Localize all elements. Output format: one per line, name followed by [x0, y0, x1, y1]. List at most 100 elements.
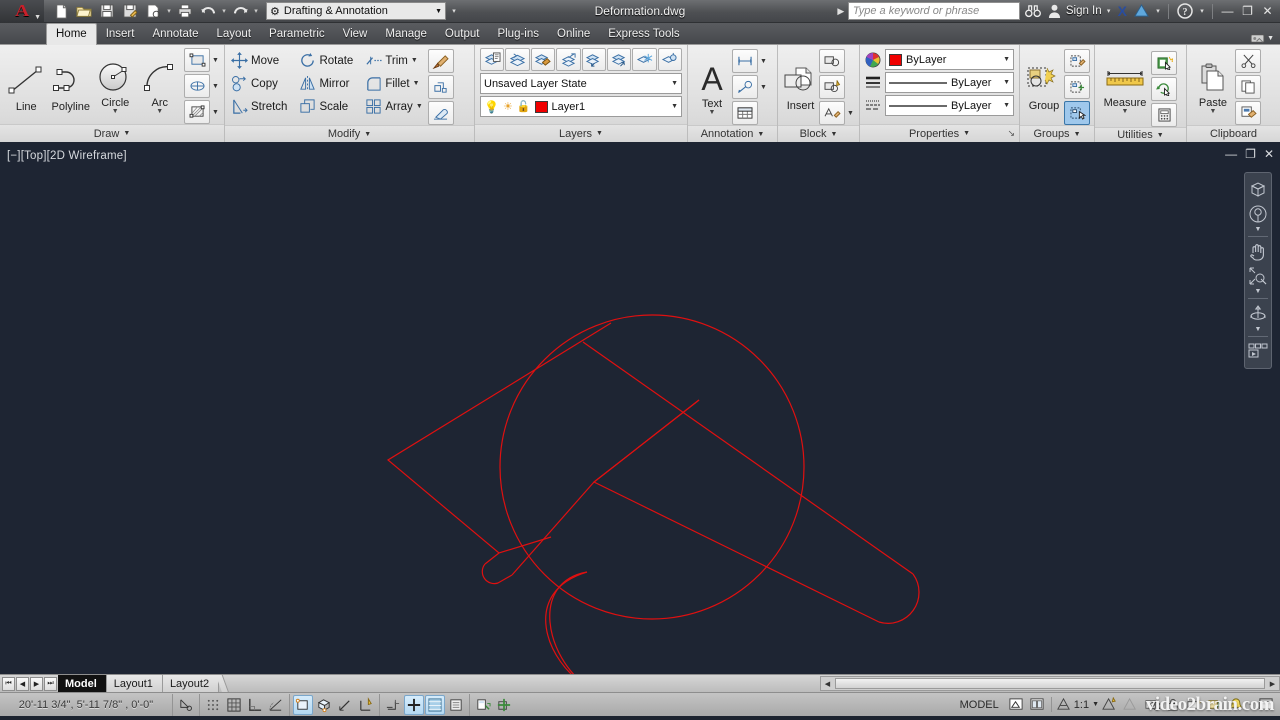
- scroll-left-icon[interactable]: ◀: [821, 680, 834, 688]
- help-icon[interactable]: ?: [1175, 3, 1195, 19]
- scale-button[interactable]: Scale: [297, 95, 355, 118]
- layer-previous-button[interactable]: [556, 48, 581, 71]
- leader-button[interactable]: [732, 75, 758, 99]
- layer-match-button[interactable]: [530, 48, 556, 71]
- sign-in-chevron-icon[interactable]: ▾: [1105, 7, 1113, 15]
- pan-hand-icon[interactable]: [1246, 240, 1270, 264]
- hatch-button[interactable]: [184, 100, 210, 124]
- sun-icon[interactable]: ☀: [503, 100, 513, 113]
- layout-tab-layout1[interactable]: Layout1: [106, 674, 163, 693]
- cut-button[interactable]: [1235, 49, 1261, 73]
- steering-wheel-icon[interactable]: [1246, 202, 1270, 226]
- lock-toolbars-button[interactable]: [1163, 695, 1183, 715]
- copy-button[interactable]: Copy: [229, 72, 289, 95]
- status-tray-button[interactable]: [1226, 695, 1246, 715]
- erase-button[interactable]: [427, 101, 454, 125]
- undo-chevron-icon[interactable]: ▾: [220, 7, 228, 15]
- panel-title-clipboard[interactable]: Clipboard: [1187, 125, 1280, 142]
- dimension-dropdown-arrow-icon[interactable]: ▼: [759, 58, 768, 65]
- insert-button[interactable]: Insert: [782, 63, 819, 112]
- define-attributes-dropdown-arrow-icon[interactable]: ▼: [846, 110, 855, 117]
- array-button[interactable]: Array: [363, 95, 414, 118]
- circle-button[interactable]: Circle ▼: [93, 58, 138, 115]
- workspace-switcher-dropdown[interactable]: ⚙ Drafting & Annotation ▼: [266, 2, 446, 20]
- plot-preview-chevron-icon[interactable]: ▾: [165, 7, 173, 15]
- panel-title-modify[interactable]: Modify ▼: [225, 125, 474, 142]
- edit-attributes-button[interactable]: [819, 75, 845, 99]
- transparency-button[interactable]: [446, 695, 466, 715]
- zoom-extents-icon[interactable]: [1246, 264, 1270, 288]
- ribbon-minimize-chevron-icon[interactable]: ▼: [1267, 35, 1274, 42]
- layer-color-swatch[interactable]: [534, 100, 548, 113]
- trim-dropdown-arrow-icon[interactable]: ▼: [410, 57, 419, 64]
- model-space-button[interactable]: [1006, 695, 1026, 715]
- infocenter-expand-icon[interactable]: ▶: [837, 6, 845, 17]
- circle-dropdown-arrow-icon[interactable]: ▼: [112, 108, 119, 115]
- selection-cycling-button[interactable]: [494, 695, 514, 715]
- polyline-button[interactable]: Polyline: [49, 60, 94, 113]
- array-dropdown-arrow-icon[interactable]: ▼: [415, 103, 424, 110]
- horizontal-scrollbar[interactable]: ◀ ▶: [820, 676, 1280, 691]
- trim-button[interactable]: Trim: [363, 49, 410, 72]
- layer-state-dropdown[interactable]: Unsaved Layer State ▼: [480, 73, 682, 94]
- paper-space-button[interactable]: [1027, 695, 1047, 715]
- autodesk-360-icon[interactable]: [1132, 4, 1151, 18]
- quick-properties-button[interactable]: [473, 695, 493, 715]
- rectangle-button[interactable]: [184, 48, 210, 72]
- copy-clip-button[interactable]: [1235, 75, 1261, 99]
- redo-chevron-icon[interactable]: ▾: [252, 7, 260, 15]
- exchange-apps-icon[interactable]: X: [1116, 3, 1129, 19]
- snap-mode-button[interactable]: [203, 695, 223, 715]
- isolate-objects-button[interactable]: [1205, 695, 1225, 715]
- line-button[interactable]: Line: [4, 60, 49, 113]
- linetype-icon[interactable]: [865, 99, 881, 113]
- rotate-button[interactable]: Rotate: [297, 49, 355, 72]
- showmotion-icon[interactable]: [1246, 340, 1270, 364]
- orbit-chevron-icon[interactable]: ▼: [1255, 326, 1262, 333]
- ribbon-display-options-icon[interactable]: [1250, 33, 1265, 44]
- viewcube-icon[interactable]: [1246, 178, 1270, 202]
- save-icon[interactable]: [96, 1, 118, 21]
- current-layer-dropdown[interactable]: 💡 ☀ 🔓 Layer1 ▼: [480, 96, 682, 117]
- zoom-chevron-icon[interactable]: ▼: [1255, 288, 1262, 295]
- hatch-dropdown-arrow-icon[interactable]: ▼: [211, 109, 220, 116]
- new-icon[interactable]: [50, 1, 72, 21]
- layer-unisolate-button[interactable]: [606, 48, 632, 71]
- fillet-button[interactable]: Fillet: [363, 72, 411, 95]
- scroll-right-icon[interactable]: ▶: [1266, 680, 1279, 688]
- undo-icon[interactable]: [197, 1, 219, 21]
- color-wheel-icon[interactable]: [865, 52, 881, 68]
- lineweight-dropdown[interactable]: ByLayer ▼: [885, 72, 1014, 93]
- annotation-scale-chevron-icon[interactable]: ▼: [1092, 701, 1099, 708]
- annotation-scale-control[interactable]: 1:1 ▼: [1056, 697, 1099, 712]
- help-chevron-icon[interactable]: ▾: [1198, 7, 1206, 15]
- tab-output[interactable]: Output: [436, 24, 489, 44]
- create-block-button[interactable]: [819, 49, 845, 73]
- arc-button[interactable]: Arc ▼: [138, 58, 183, 115]
- linetype-dropdown[interactable]: ByLayer ▼: [885, 95, 1014, 116]
- define-attributes-button[interactable]: [819, 101, 845, 125]
- rectangle-dropdown-arrow-icon[interactable]: ▼: [211, 57, 220, 64]
- move-button[interactable]: Move: [229, 49, 289, 72]
- layer-isolate-button[interactable]: [581, 48, 606, 71]
- lightbulb-icon[interactable]: 💡: [484, 100, 499, 114]
- calculator-button[interactable]: [1151, 103, 1177, 127]
- tab-express-tools[interactable]: Express Tools: [599, 24, 688, 44]
- polar-tracking-button[interactable]: [266, 695, 286, 715]
- dimension-button[interactable]: [732, 49, 758, 73]
- tab-online[interactable]: Online: [548, 24, 599, 44]
- paste-special-button[interactable]: [1235, 101, 1261, 125]
- panel-title-groups[interactable]: Groups ▼: [1020, 125, 1094, 142]
- panel-title-draw[interactable]: Draw ▼: [0, 124, 224, 142]
- application-menu-button[interactable]: A ▼: [0, 0, 44, 23]
- ortho-mode-button[interactable]: [245, 695, 265, 715]
- search-binoculars-icon[interactable]: [1023, 4, 1043, 18]
- restore-button[interactable]: ❐: [1239, 4, 1256, 18]
- panel-title-properties[interactable]: Properties ▼ ↘: [860, 124, 1019, 142]
- mirror-button[interactable]: Mirror: [297, 72, 355, 95]
- workspace-switch-button[interactable]: [1142, 695, 1162, 715]
- annotation-visibility-button[interactable]: [1100, 695, 1120, 715]
- orbit-icon[interactable]: [1246, 302, 1270, 326]
- layout-tab-layout2[interactable]: Layout2: [162, 674, 220, 693]
- workspace-overflow-chevron-icon[interactable]: ▾: [450, 7, 458, 15]
